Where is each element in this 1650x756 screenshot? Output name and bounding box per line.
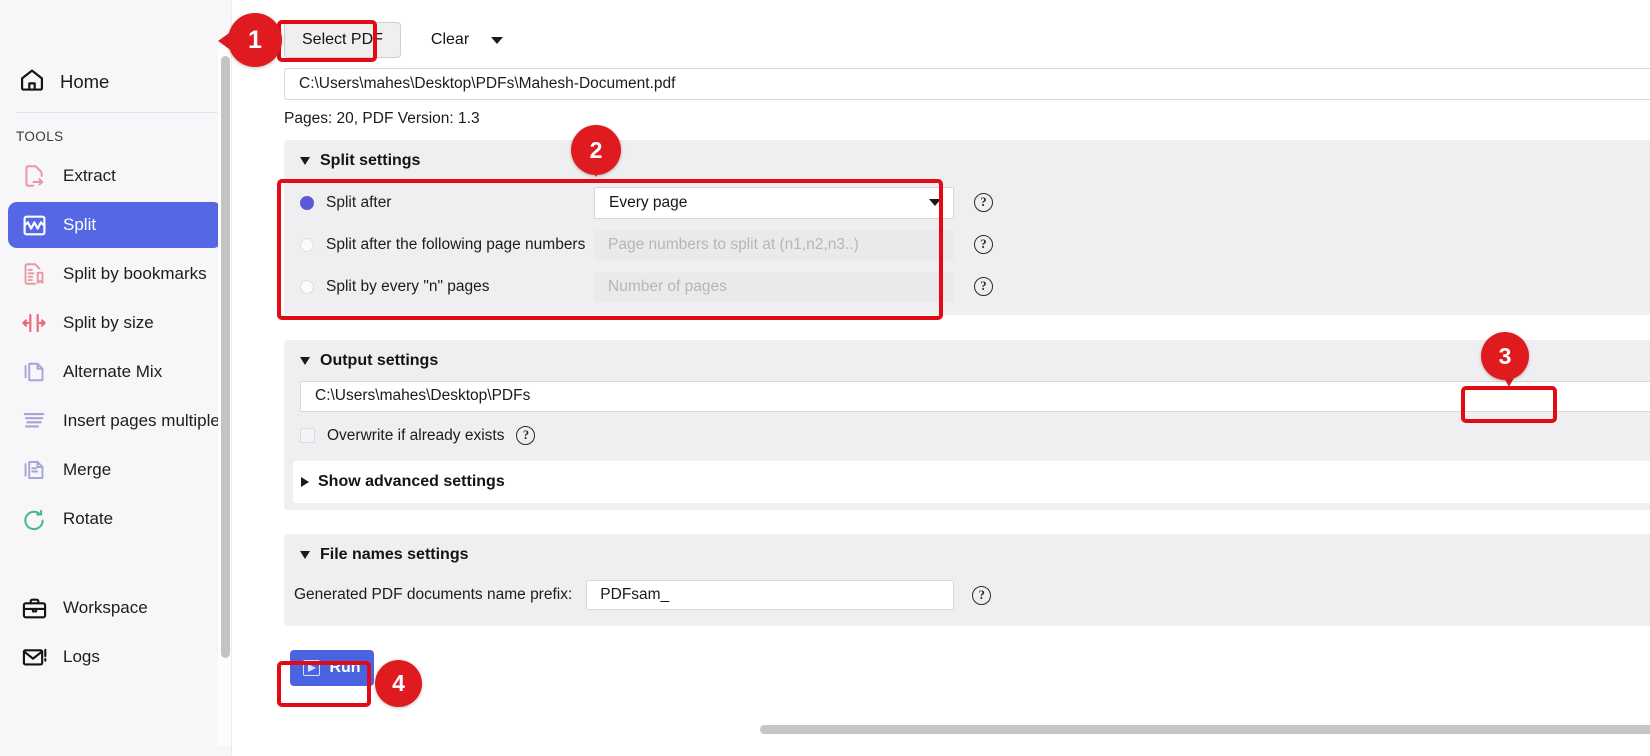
sidebar-item-home[interactable]: Home <box>0 52 232 112</box>
output-path-input[interactable]: C:\Users\mahes\Desktop\PDFs <box>300 380 1650 412</box>
split-option-row-page-numbers: Split after the following page numbers P… <box>284 224 1650 265</box>
home-icon <box>18 66 46 99</box>
annotation-badge-3: 3 <box>1481 332 1529 380</box>
workspace-icon <box>20 594 48 622</box>
overwrite-label: Overwrite if already exists <box>327 426 505 444</box>
annotation-badge-2: 2 <box>571 125 621 175</box>
split-option-label: Split after the following page numbers <box>326 235 586 253</box>
show-advanced-settings-label: Show advanced settings <box>318 473 505 490</box>
help-icon[interactable]: ? <box>516 426 536 445</box>
file-names-settings-title: File names settings <box>320 546 469 563</box>
sidebar-home-label: Home <box>60 71 110 92</box>
output-settings-panel: Output settings C:\Users\mahes\Desktop\P… <box>284 340 1650 510</box>
alternate-mix-icon <box>20 358 48 386</box>
split-settings-panel: Split settings Split after Every page ? … <box>284 140 1650 315</box>
sidebar-item-label: Split <box>63 215 97 234</box>
annotation-badge-1: 1 <box>228 13 282 67</box>
sidebar-item-merge[interactable]: Merge <box>8 447 222 493</box>
page-numbers-input[interactable]: Page numbers to split at (n1,n2,n3..) <box>594 229 954 260</box>
clear-button[interactable]: Clear <box>415 23 517 57</box>
source-path-field[interactable]: C:\Users\mahes\Desktop\PDFs\Mahesh-Docum… <box>284 68 1650 100</box>
radio-split-after[interactable] <box>300 195 314 210</box>
split-settings-header[interactable]: Split settings <box>284 140 1650 180</box>
horizontal-scrollbar-thumb[interactable] <box>760 725 1650 734</box>
prefix-row: Generated PDF documents name prefix: PDF… <box>284 574 1650 610</box>
logs-icon <box>20 643 48 671</box>
split-options-list: Split after Every page ? Split after the… <box>284 180 1650 307</box>
number-of-pages-input[interactable]: Number of pages <box>594 271 954 302</box>
split-settings-title: Split settings <box>320 152 421 169</box>
prefix-input[interactable]: PDFsam_ <box>586 580 955 610</box>
show-advanced-settings-toggle[interactable]: Show advanced settings <box>293 461 1650 503</box>
split-option-label: Split by every "n" pages <box>326 277 490 295</box>
merge-icon <box>20 456 48 484</box>
sidebar-item-workspace[interactable]: Workspace <box>8 585 222 631</box>
triangle-down-icon <box>300 551 310 559</box>
split-bookmarks-icon <box>20 260 48 288</box>
run-row: Run <box>290 650 1650 686</box>
help-icon[interactable]: ? <box>974 277 993 296</box>
sidebar-item-label: Logs <box>63 647 100 666</box>
split-icon <box>20 211 48 239</box>
sidebar-tools-header: TOOLS <box>16 129 64 144</box>
sidebar-item-split-by-bookmarks[interactable]: Split by bookmarks <box>8 251 222 297</box>
sidebar-item-label: Merge <box>63 460 112 479</box>
chevron-down-icon <box>929 199 941 206</box>
output-settings-header[interactable]: Output settings <box>284 340 1650 380</box>
radio-split-every-n-pages[interactable] <box>300 279 314 294</box>
file-names-settings-panel: File names settings Generated PDF docume… <box>284 534 1650 626</box>
chevron-down-icon <box>491 36 504 44</box>
triangle-down-icon <box>300 357 310 365</box>
file-names-settings-header[interactable]: File names settings <box>284 534 1650 574</box>
output-settings-title: Output settings <box>320 352 439 369</box>
sidebar-item-label: Insert pages multiple t... <box>63 411 222 430</box>
split-size-icon <box>20 309 48 337</box>
insert-pages-icon <box>20 407 48 435</box>
run-button-label: Run <box>329 659 361 676</box>
triangle-right-icon <box>301 477 309 487</box>
top-toolbar: Select PDF Clear <box>232 0 1650 62</box>
sidebar-item-split-by-size[interactable]: Split by size <box>8 300 222 346</box>
sidebar-item-label: Split by bookmarks <box>63 264 207 283</box>
annotation-badge-4: 4 <box>375 660 422 707</box>
split-option-row-split-after: Split after Every page ? <box>284 182 1650 223</box>
help-icon[interactable]: ? <box>972 585 992 605</box>
sidebar-item-alternate-mix[interactable]: Alternate Mix <box>8 349 222 395</box>
sidebar-item-rotate[interactable]: Rotate <box>8 496 222 542</box>
select-pdf-button[interactable]: Select PDF <box>284 22 401 58</box>
sidebar-item-label: Workspace <box>63 598 148 617</box>
sidebar-item-label: Alternate Mix <box>63 362 163 381</box>
main-content: Select PDF Clear C:\Users\mahes\Desktop\… <box>232 0 1650 756</box>
split-option-row-every-n-pages: Split by every "n" pages Number of pages… <box>284 266 1650 307</box>
pdfsam-split-window: Home TOOLS Extract Split Split by bookma… <box>0 0 1650 756</box>
extract-icon <box>20 162 48 190</box>
sidebar-item-label: Extract <box>63 166 116 185</box>
overwrite-checkbox[interactable] <box>300 428 315 443</box>
overwrite-row: Overwrite if already exists ? <box>284 412 1650 445</box>
sidebar-item-label: Split by size <box>63 313 154 332</box>
sidebar-item-label: Rotate <box>63 509 114 528</box>
output-path-row: C:\Users\mahes\Desktop\PDFs Browse <box>284 380 1650 412</box>
sidebar-item-insert-pages[interactable]: Insert pages multiple t... <box>8 398 222 444</box>
sidebar-item-extract[interactable]: Extract <box>8 153 222 199</box>
run-button[interactable]: Run <box>290 650 374 686</box>
split-option-label: Split after <box>326 193 392 211</box>
split-after-value: Every page <box>609 193 688 211</box>
radio-split-after-page-numbers[interactable] <box>300 237 314 252</box>
prefix-label: Generated PDF documents name prefix: <box>294 586 573 603</box>
sidebar-item-split[interactable]: Split <box>8 202 222 248</box>
help-icon[interactable]: ? <box>974 235 993 254</box>
rotate-icon <box>20 505 48 533</box>
sidebar: Home TOOLS Extract Split Split by bookma… <box>0 0 232 756</box>
sidebar-item-logs[interactable]: Logs <box>8 634 222 680</box>
help-icon[interactable]: ? <box>974 193 993 212</box>
split-after-select[interactable]: Every page <box>594 186 954 219</box>
pdf-info-text: Pages: 20, PDF Version: 1.3 <box>284 110 480 127</box>
triangle-down-icon <box>300 157 310 165</box>
play-icon <box>303 660 321 676</box>
sidebar-scrollbar-thumb[interactable] <box>221 56 230 658</box>
clear-button-label: Clear <box>430 31 470 48</box>
